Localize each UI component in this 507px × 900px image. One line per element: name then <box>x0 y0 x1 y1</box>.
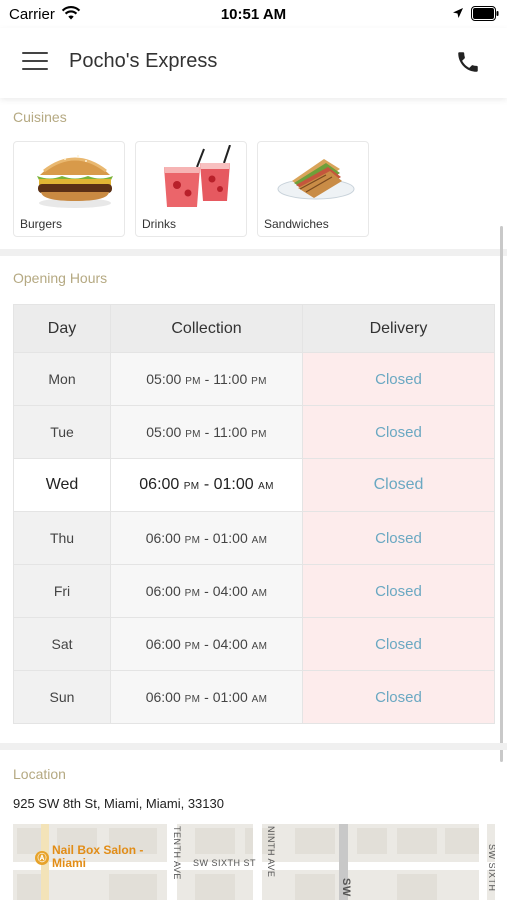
table-row: Tue 05:00 PM - 11:00 PM Closed <box>13 405 495 459</box>
status-bar: Carrier 10:51 AM <box>0 0 507 28</box>
drinks-image <box>164 145 231 207</box>
address-text: 925 SW 8th St, Miami, Miami, 33130 <box>13 796 224 811</box>
table-row: Sat 06:00 PM - 04:00 AM Closed <box>13 617 495 671</box>
cuisine-name: Sandwiches <box>264 217 329 231</box>
cuisines-section: Cuisines Burgers Drinks Sandwiches <box>0 100 507 249</box>
collection-cell: 06:00 PM - 01:00 AM <box>110 458 303 512</box>
column-header-collection: Collection <box>110 304 303 353</box>
delivery-status: Closed <box>302 405 495 459</box>
app-header: Pocho's Express <box>0 28 507 98</box>
section-divider <box>0 249 507 256</box>
collection-start-ampm: PM <box>185 429 201 440</box>
collection-start-time: 06:00 <box>139 476 180 493</box>
street-label: TENTH AVE <box>172 826 182 880</box>
collection-start-ampm: PM <box>184 588 201 599</box>
table-row: Fri 06:00 PM - 04:00 AM Closed <box>13 564 495 618</box>
section-divider <box>0 743 507 750</box>
collection-cell: 06:00 PM - 01:00 AM <box>110 511 303 565</box>
collection-end-ampm: PM <box>251 429 267 440</box>
day-cell: Tue <box>13 405 111 459</box>
collection-start-time: 06:00 <box>145 530 181 546</box>
delivery-status: Closed <box>302 564 495 618</box>
day-cell: Sun <box>13 670 111 724</box>
collection-end-ampm: AM <box>251 535 268 546</box>
collection-end-ampm: AM <box>258 481 274 492</box>
street-label: NINTH AVE <box>266 826 276 878</box>
collection-start-time: 05:00 <box>146 371 182 387</box>
day-cell: Thu <box>13 511 111 565</box>
collection-start-ampm: PM <box>183 481 200 492</box>
day-cell: Sat <box>13 617 111 671</box>
column-header-day: Day <box>13 304 111 353</box>
day-cell: Mon <box>13 352 111 406</box>
collection-start-time: 06:00 <box>145 583 181 599</box>
table-row: Mon 05:00 PM - 11:00 PM Closed <box>13 352 495 406</box>
cuisine-card-drinks[interactable]: Drinks <box>135 141 247 237</box>
location-label: Location <box>13 766 66 782</box>
collection-start-ampm: PM <box>184 641 201 652</box>
collection-cell: 05:00 PM - 11:00 PM <box>110 352 303 406</box>
cuisine-card-burgers[interactable]: Burgers <box>13 141 125 237</box>
delivery-status: Closed <box>302 670 495 724</box>
table-row: Thu 06:00 PM - 01:00 AM Closed <box>13 511 495 565</box>
delivery-status: Closed <box>302 458 495 512</box>
collection-cell: 06:00 PM - 01:00 AM <box>110 670 303 724</box>
delivery-status: Closed <box>302 617 495 671</box>
cuisine-card-sandwiches[interactable]: Sandwiches <box>257 141 369 237</box>
page-title: Pocho's Express <box>69 50 218 72</box>
cuisine-name: Drinks <box>142 217 177 231</box>
collection-cell: 06:00 PM - 04:00 AM <box>110 564 303 618</box>
collection-start-time: 06:00 <box>145 636 181 652</box>
collection-start-time: 06:00 <box>145 689 181 705</box>
collection-end-time: 11:00 <box>213 371 248 387</box>
collection-start-ampm: PM <box>184 535 201 546</box>
street-label: SW SIXTH <box>487 844 495 892</box>
collection-end-ampm: AM <box>251 641 268 652</box>
hamburger-menu-icon[interactable] <box>22 52 48 72</box>
collection-end-ampm: AM <box>251 694 268 705</box>
collection-end-time: 01:00 <box>212 530 248 546</box>
cuisines-label: Cuisines <box>13 109 67 125</box>
column-header-delivery: Delivery <box>302 304 495 353</box>
cuisine-name: Burgers <box>20 217 63 231</box>
delivery-status: Closed <box>302 352 495 406</box>
location-map[interactable]: Ⓐ Nail Box Salon - Miami TENTH AVE SW SI… <box>13 824 495 900</box>
phone-icon[interactable] <box>455 49 481 75</box>
collection-end-time: 11:00 <box>213 424 248 440</box>
battery-icon <box>471 6 499 21</box>
delivery-status: Closed <box>302 511 495 565</box>
collection-end-time: 01:00 <box>212 689 248 705</box>
table-row: Sun 06:00 PM - 01:00 AM Closed <box>13 670 495 724</box>
collection-end-ampm: AM <box>251 588 268 599</box>
street-label: SW <box>340 878 352 897</box>
collection-end-ampm: PM <box>251 376 267 387</box>
opening-hours-label: Opening Hours <box>13 270 108 286</box>
map-pin-icon[interactable]: Ⓐ <box>35 851 49 865</box>
day-cell: Wed <box>13 458 111 512</box>
map-poi-label: Nail Box Salon - Miami <box>52 843 144 870</box>
collection-cell: 05:00 PM - 11:00 PM <box>110 405 303 459</box>
table-header-row: Day Collection Delivery <box>13 304 495 353</box>
sandwich-image <box>277 159 355 200</box>
collection-end-time: 04:00 <box>212 583 248 599</box>
location-arrow-icon <box>453 8 463 18</box>
collection-cell: 06:00 PM - 04:00 AM <box>110 617 303 671</box>
street-label: SW SIXTH ST <box>193 858 257 868</box>
clock: 10:51 AM <box>220 6 287 23</box>
scrollbar[interactable] <box>500 226 503 762</box>
collection-end-time: 04:00 <box>212 636 248 652</box>
day-cell: Fri <box>13 564 111 618</box>
collection-start-time: 05:00 <box>146 424 182 440</box>
table-row: Wed 06:00 PM - 01:00 AM Closed <box>13 458 495 512</box>
collection-end-time: 01:00 <box>213 476 254 493</box>
collection-start-ampm: PM <box>184 694 201 705</box>
opening-hours-table: Day Collection Delivery Mon 05:00 PM - 11… <box>13 304 495 724</box>
collection-start-ampm: PM <box>185 376 201 387</box>
burger-image <box>37 155 113 208</box>
